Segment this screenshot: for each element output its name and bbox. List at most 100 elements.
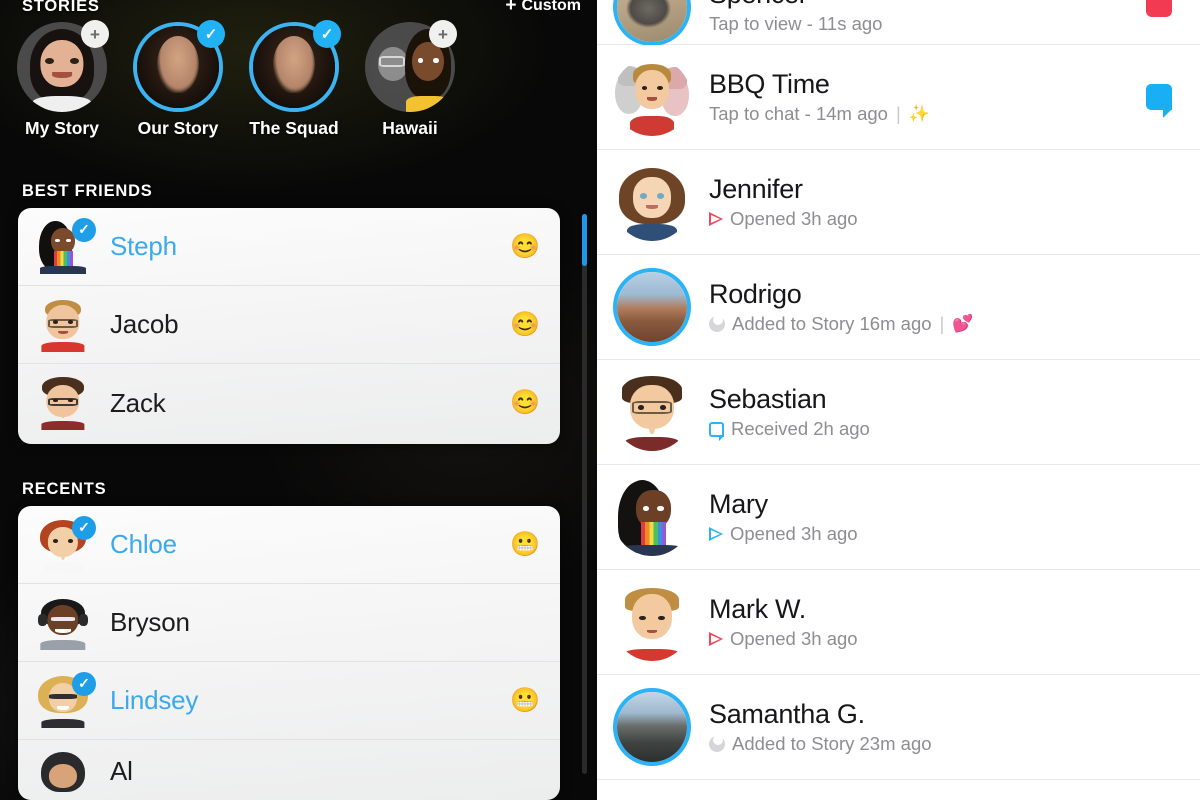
bitmoji-jennifer-icon: [613, 163, 691, 241]
opened-snap-triangle-icon: [709, 632, 723, 646]
avatar-image: [613, 58, 691, 136]
chat-name: Rodrigo: [709, 279, 802, 309]
bitmoji-sebastian-icon: [613, 373, 691, 451]
chat-row-spencer[interactable]: Spencer Tap to view - 11s ago: [597, 0, 1200, 46]
recents-section-header: RECENTS: [22, 480, 107, 498]
story-label: The Squad: [249, 118, 339, 138]
friend-row-zack[interactable]: Zack 😊: [18, 364, 560, 442]
story-label: Hawaii: [382, 118, 438, 138]
new-chat-bubble-icon: [1146, 84, 1172, 118]
plus-icon: +: [505, 0, 517, 16]
chat-list-panel: Spencer Tap to view - 11s ago: [597, 0, 1200, 800]
avatar-image: [613, 163, 691, 241]
friend-name: Lindsey: [110, 685, 199, 715]
chat-status: Added to Story 23m ago: [709, 733, 932, 755]
avatar: [36, 376, 90, 430]
story-avatar-wrap: ✓: [249, 20, 341, 112]
chat-row-rodrigo[interactable]: Rodrigo Added to Story 16m ago | 💕: [597, 255, 1200, 360]
check-badge-icon: ✓: [72, 671, 96, 696]
story-my-story[interactable]: + My Story: [14, 20, 110, 152]
bitmoji-mark-icon: [613, 583, 691, 661]
check-badge-icon: ✓: [72, 515, 96, 540]
story-hawaii[interactable]: + Hawaii: [362, 20, 458, 152]
chat-name: Mary: [709, 489, 768, 519]
story-circle-icon: [709, 315, 725, 332]
friend-name: Chloe: [110, 529, 177, 559]
friend-name: Bryson: [110, 607, 190, 637]
friend-row-jacob[interactable]: Jacob 😊: [18, 286, 560, 364]
chat-status: Added to Story 16m ago | 💕: [709, 313, 974, 335]
chat-status-text: Tap to view - 11s ago: [709, 13, 883, 34]
recents-list: ✓ Chloe 😬 Bryson ✓ Lindsey 😬 Al: [18, 506, 560, 800]
story-avatar-wrap: +: [365, 20, 457, 112]
story-the-squad[interactable]: ✓ The Squad: [246, 20, 342, 152]
chat-name: Sebastian: [709, 384, 827, 414]
chat-text: Rodrigo Added to Story 16m ago | 💕: [709, 279, 974, 335]
avatar: ✓: [36, 515, 96, 572]
cliff-photo: [617, 692, 687, 762]
avatar: ✓: [36, 217, 96, 274]
avatar[interactable]: [613, 268, 691, 346]
left-panel-scrollbar-track[interactable]: [582, 214, 587, 774]
selected-check-badge-icon[interactable]: ✓: [313, 20, 341, 48]
chat-text: Samantha G. Added to Story 23m ago: [709, 699, 932, 755]
story-circle-icon: [709, 735, 725, 752]
avatar-image: [613, 583, 691, 661]
chat-name: Jennifer: [709, 174, 803, 204]
opened-chat-triangle-icon: [709, 527, 723, 541]
sparkles-emoji-icon: ✨: [908, 104, 930, 123]
chat-row-mary[interactable]: Mary Opened 3h ago: [597, 465, 1200, 570]
avatar[interactable]: [613, 583, 691, 661]
avatar[interactable]: [613, 163, 691, 241]
check-badge-icon: ✓: [72, 217, 96, 242]
friend-name: Zack: [110, 387, 166, 418]
chat-row-jennifer[interactable]: Jennifer Opened 3h ago: [597, 150, 1200, 255]
selected-check-badge-icon[interactable]: ✓: [197, 20, 225, 48]
friend-row-lindsey[interactable]: ✓ Lindsey 😬: [18, 662, 560, 740]
avatar: [36, 596, 90, 650]
new-snap-square-icon: [1146, 0, 1172, 17]
friend-row-bryson[interactable]: Bryson: [18, 584, 560, 662]
chat-row-sebastian[interactable]: Sebastian Received 2h ago: [597, 360, 1200, 465]
bitmoji-jacob-icon: [36, 298, 90, 352]
add-custom-story-button[interactable]: + Custom: [505, 0, 581, 15]
send-to-panel: STORIES + Custom + My Story ✓ Our Story …: [0, 0, 597, 800]
chat-name: BBQ Time: [709, 69, 830, 99]
friend-row-al[interactable]: Al: [18, 740, 560, 800]
chat-name: Spencer: [709, 0, 882, 10]
chat-row-mark-w[interactable]: Mark W. Opened 3h ago: [597, 570, 1200, 675]
avatar: ✓: [36, 671, 96, 728]
bitmoji-al-icon: [36, 748, 90, 794]
chat-status: Opened 3h ago: [709, 208, 858, 230]
received-chat-bubble-icon: [709, 421, 724, 441]
avatar-image: [613, 268, 691, 346]
bitmoji-group-icon: [613, 58, 691, 136]
chat-text: Sebastian Received 2h ago: [709, 384, 870, 441]
avatar-image: [613, 688, 691, 766]
chat-status-text: Opened 3h ago: [730, 628, 858, 649]
left-panel-scrollbar-thumb[interactable]: [582, 214, 587, 266]
avatar[interactable]: [613, 58, 691, 136]
snap-status-indicator[interactable]: [1146, 0, 1172, 17]
story-our-story[interactable]: ✓ Our Story: [130, 20, 226, 152]
avatar[interactable]: [613, 0, 691, 46]
friend-name: Steph: [110, 231, 177, 261]
avatar-image: [613, 0, 691, 46]
custom-label: Custom: [521, 0, 581, 14]
chat-status-text: Received 2h ago: [731, 418, 870, 439]
add-story-badge-icon[interactable]: +: [81, 20, 109, 48]
friend-row-steph[interactable]: ✓ Steph 😊: [18, 208, 560, 286]
avatar[interactable]: [613, 478, 691, 556]
chat-row-bbq-time[interactable]: BBQ Time Tap to chat - 14m ago | ✨: [597, 45, 1200, 150]
desert-photo: [617, 272, 687, 342]
avatar[interactable]: [613, 373, 691, 451]
avatar[interactable]: [613, 688, 691, 766]
add-story-badge-icon[interactable]: +: [429, 20, 457, 48]
chat-status-text: Opened 3h ago: [730, 208, 858, 229]
chat-status: Opened 3h ago: [709, 523, 858, 545]
chat-row-samantha-g[interactable]: Samantha G. Added to Story 23m ago: [597, 675, 1200, 780]
chat-status-indicator[interactable]: [1146, 84, 1172, 118]
friend-row-chloe[interactable]: ✓ Chloe 😬: [18, 506, 560, 584]
story-avatar-wrap: +: [17, 20, 109, 112]
stories-row: + My Story ✓ Our Story ✓ The Squad + Haw…: [0, 20, 597, 152]
